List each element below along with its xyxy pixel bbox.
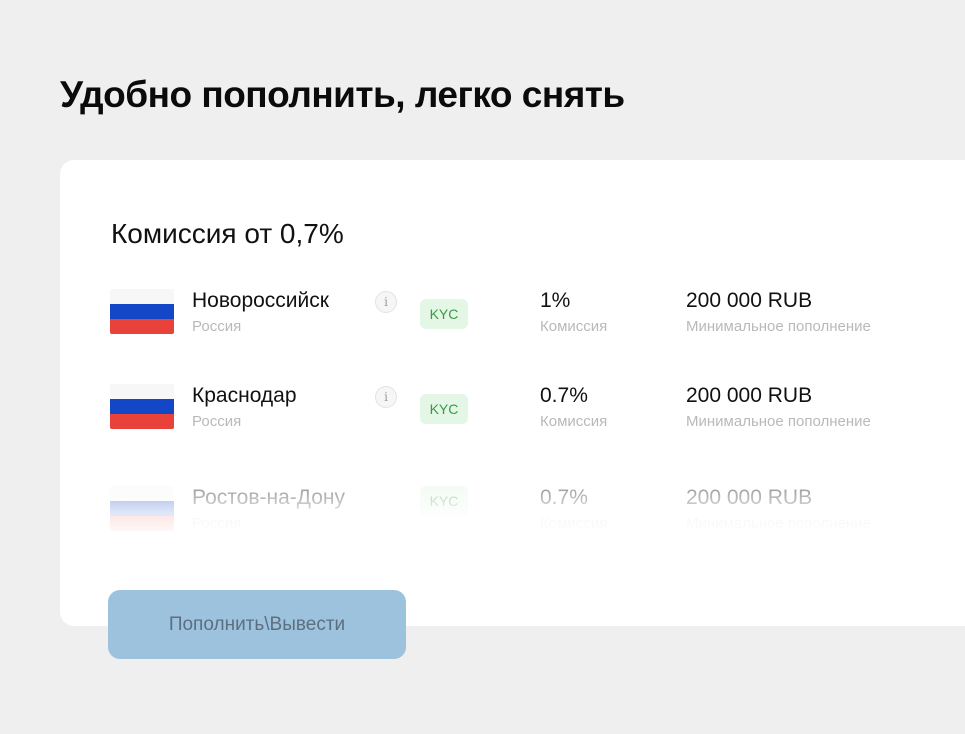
russia-flag-icon [110, 486, 174, 531]
russia-flag-icon [110, 289, 174, 334]
country-name: Россия [192, 515, 242, 532]
min-deposit-label: Минимальное пополнение [686, 318, 871, 335]
city-name: Краснодар [192, 384, 297, 407]
country-name: Россия [192, 318, 242, 335]
page: Удобно пополнить, легко снять Комиссия о… [0, 0, 965, 734]
russia-flag-icon [110, 384, 174, 429]
country-name: Россия [192, 413, 242, 430]
city-row-krasnodar: Краснодар Россия i KYC 0.7% Комиссия 200… [110, 384, 960, 436]
commission-card: Комиссия от 0,7% Новороссийск Россия i K… [60, 160, 965, 626]
city-row-novorossiysk: Новороссийск Россия i KYC 1% Комиссия 20… [110, 289, 960, 341]
kyc-badge: KYC [420, 394, 468, 424]
min-deposit-value: 200 000 RUB [686, 384, 813, 407]
min-deposit-value: 200 000 RUB [686, 289, 813, 312]
min-deposit-value: 200 000 RUB [686, 486, 813, 509]
city-name: Ростов-на-Дону [192, 486, 345, 509]
city-list: Новороссийск Россия i KYC 1% Комиссия 20… [60, 160, 965, 626]
min-deposit-label: Минимальное пополнение [686, 413, 871, 430]
page-title: Удобно пополнить, легко снять [60, 74, 625, 115]
fee-value: 0.7% [540, 384, 588, 407]
min-deposit-label: Минимальное пополнение [686, 515, 871, 532]
fee-label: Комиссия [540, 318, 608, 335]
city-name: Новороссийск [192, 289, 329, 312]
kyc-badge: KYC [420, 486, 468, 516]
fee-label: Комиссия [540, 515, 608, 532]
kyc-badge: KYC [420, 299, 468, 329]
info-icon[interactable]: i [375, 386, 397, 408]
fee-value: 1% [540, 289, 571, 312]
info-icon[interactable]: i [375, 291, 397, 313]
city-row-rostov: Ростов-на-Дону Россия KYC 0.7% Комиссия … [110, 486, 960, 538]
deposit-withdraw-button[interactable]: Пополнить\Вывести [108, 590, 406, 659]
fee-value: 0.7% [540, 486, 588, 509]
fee-label: Комиссия [540, 413, 608, 430]
